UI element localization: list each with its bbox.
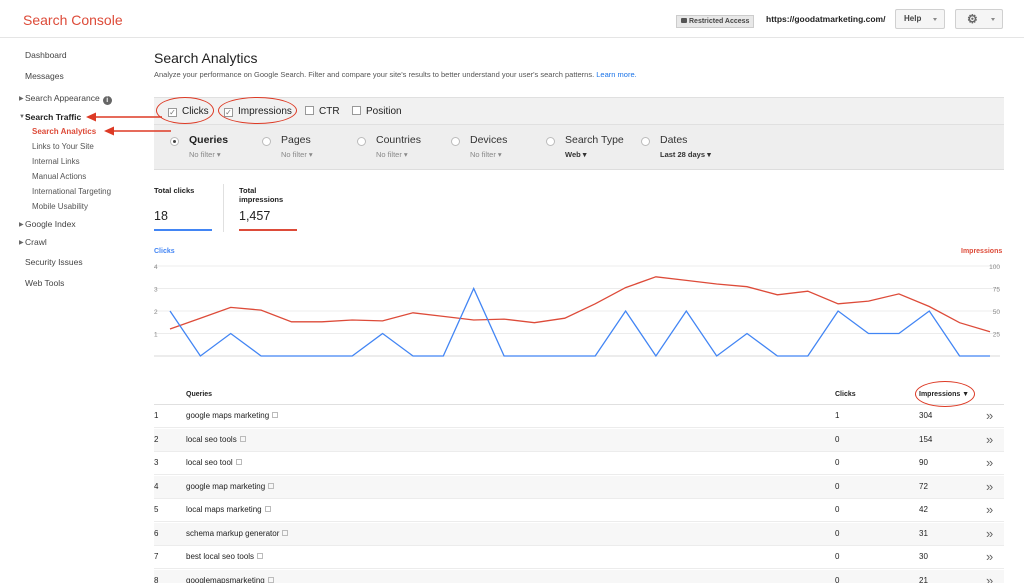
arrow-head-icon	[86, 112, 96, 122]
annotation-arrows	[86, 112, 171, 136]
arrow-head-icon	[104, 126, 114, 136]
